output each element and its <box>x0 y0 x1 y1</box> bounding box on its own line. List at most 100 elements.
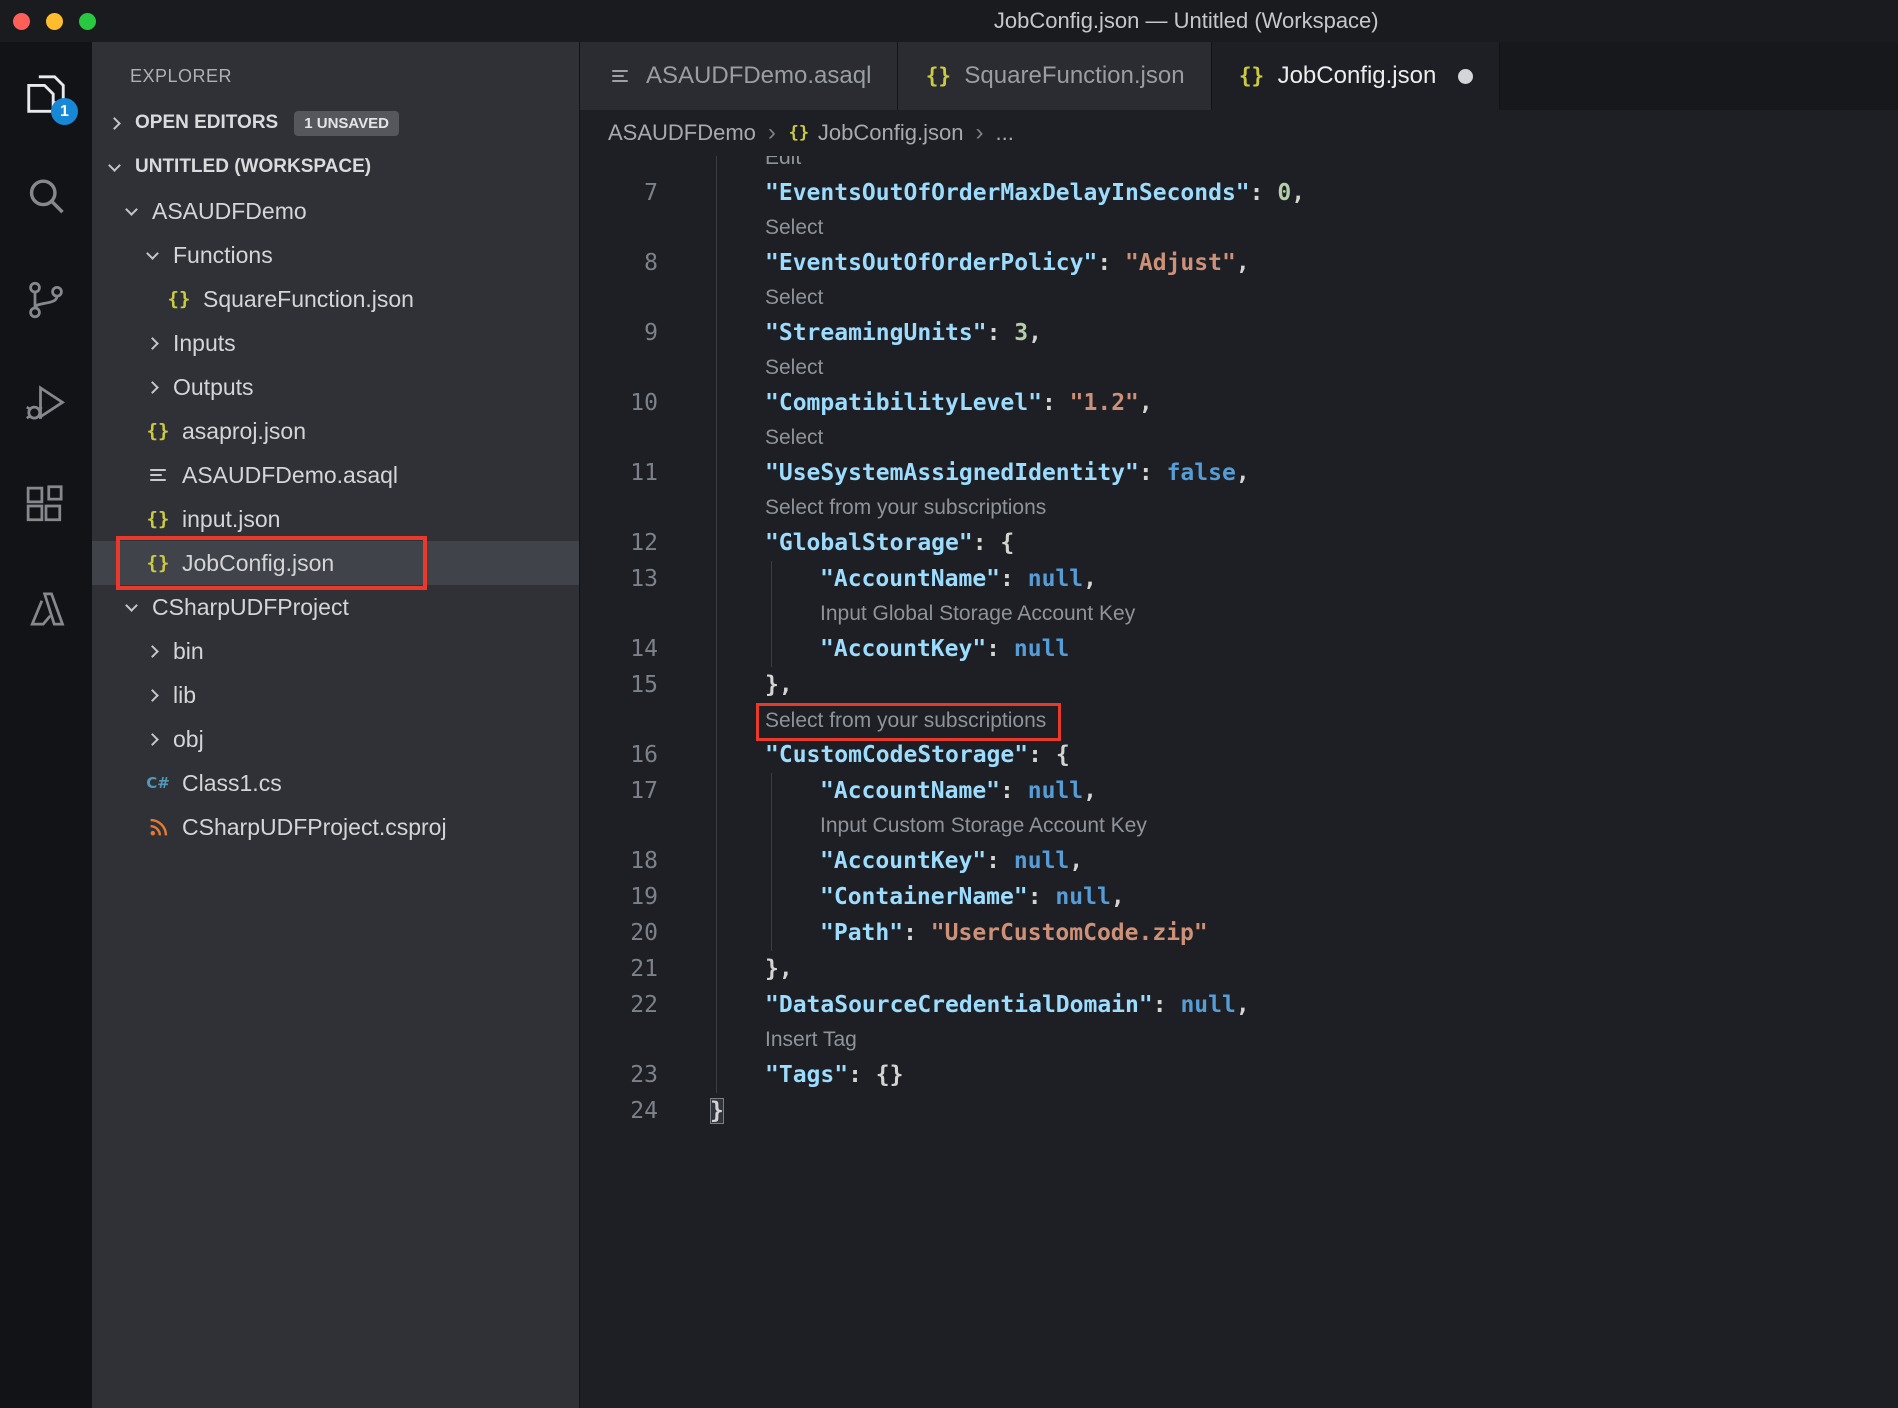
breadcrumb-item-jobconfig-json[interactable]: {} JobConfig.json <box>788 120 964 146</box>
code-line-13[interactable]: 13 "AccountName": null, <box>580 561 1898 597</box>
code-line-14[interactable]: 14 "AccountKey": null <box>580 631 1898 667</box>
tab-asaudfdemo-asaql[interactable]: ASAUDFDemo.asaql <box>580 42 899 110</box>
line-number: 13 <box>630 566 658 592</box>
tree-item-asaudfdemo[interactable]: ASAUDFDemo <box>92 189 579 233</box>
code-token: : <box>1138 460 1167 486</box>
codelens-select[interactable]: Select <box>580 351 1898 385</box>
codelens-select-from-your-subscriptions[interactable]: Select from your subscriptions <box>580 491 1898 525</box>
workspace-header[interactable]: UNTITLED (WORKSPACE) <box>92 145 579 189</box>
tree-item-inputs[interactable]: Inputs <box>92 321 579 365</box>
tree-item-csharpudfproject-csproj[interactable]: CSharpUDFProject.csproj <box>92 805 579 849</box>
close-window-button[interactable] <box>13 12 30 30</box>
code-line-10[interactable]: 10 "CompatibilityLevel": "1.2", <box>580 385 1898 421</box>
activity-bar-item-source-control[interactable] <box>0 248 92 351</box>
code-line-20[interactable]: 20 "Path": "UserCustomCode.zip" <box>580 915 1898 951</box>
indent-guide <box>716 1023 717 1057</box>
codelens-edit[interactable]: Edit <box>580 156 1898 175</box>
codelens-link[interactable]: Edit <box>765 156 801 169</box>
breadcrumb-label: ... <box>995 120 1014 145</box>
code-line-17[interactable]: 17 "AccountName": null, <box>580 773 1898 809</box>
code-token: "CompatibilityLevel" <box>765 390 1042 416</box>
indent-guide <box>716 631 717 667</box>
tree-item-outputs[interactable]: Outputs <box>92 365 579 409</box>
tree-item-csharpudfproject[interactable]: CSharpUDFProject <box>92 585 579 629</box>
tab-squarefunction-json[interactable]: {} SquareFunction.json <box>898 42 1212 110</box>
codelens-link[interactable]: Select <box>765 286 823 309</box>
tree-item-bin[interactable]: bin <box>92 629 579 673</box>
tree-item-class1-cs[interactable]: C# Class1.cs <box>92 761 579 805</box>
code-line-24[interactable]: 24} <box>580 1093 1898 1129</box>
tree-item-asaudfdemo-asaql[interactable]: ASAUDFDemo.asaql <box>92 453 579 497</box>
breadcrumb-item-item[interactable]: ... <box>995 120 1013 146</box>
code-line-22[interactable]: 22 "DataSourceCredentialDomain": null, <box>580 987 1898 1023</box>
codelens-select[interactable]: Select <box>580 281 1898 315</box>
code-line-15[interactable]: 15}, <box>580 667 1898 703</box>
code-line-16[interactable]: 16 "CustomCodeStorage": { <box>580 737 1898 773</box>
code-line-19[interactable]: 19 "ContainerName": null, <box>580 879 1898 915</box>
code-line-23[interactable]: 23 "Tags": {} <box>580 1057 1898 1093</box>
tree-item-label: asaproj.json <box>182 417 307 444</box>
activity-bar-item-run-debug[interactable] <box>0 351 92 454</box>
line-number: 8 <box>644 250 658 276</box>
code-line-9[interactable]: 9 "StreamingUnits": 3, <box>580 315 1898 351</box>
indent-guide <box>771 809 772 843</box>
explorer-badge: 1 <box>51 98 78 125</box>
minimize-window-button[interactable] <box>46 12 63 30</box>
indent-guide <box>716 843 717 879</box>
open-editors-header[interactable]: OPEN EDITORS 1 UNSAVED <box>92 101 579 145</box>
line-number: 9 <box>644 320 658 346</box>
activity-bar-item-explorer[interactable]: 1 <box>0 42 92 145</box>
activity-bar-item-extensions[interactable] <box>0 454 92 557</box>
codelens-text-wrap: Select <box>710 211 1898 245</box>
codelens-select[interactable]: Select <box>580 421 1898 455</box>
code-token: "ContainerName" <box>820 884 1028 910</box>
code-editor[interactable]: Edit 7 "EventsOutOfOrderMaxDelayInSeconds"… <box>580 156 1898 1408</box>
codelens-link[interactable]: Select <box>765 426 823 449</box>
tree-item-obj[interactable]: obj <box>92 717 579 761</box>
tree-item-lib[interactable]: lib <box>92 673 579 717</box>
codelens-input-custom-storage-account-key[interactable]: Input Custom Storage Account Key <box>580 809 1898 843</box>
codelens-link[interactable]: Select <box>765 216 823 239</box>
codelens-link[interactable]: Select from your subscriptions <box>765 496 1046 519</box>
tree-item-asaproj-json[interactable]: {} asaproj.json <box>92 409 579 453</box>
codelens-input-global-storage-account-key[interactable]: Input Global Storage Account Key <box>580 597 1898 631</box>
tree-item-functions[interactable]: Functions <box>92 233 579 277</box>
code-line-11[interactable]: 11 "UseSystemAssignedIdentity": false, <box>580 455 1898 491</box>
code-line-18[interactable]: 18 "AccountKey": null, <box>580 843 1898 879</box>
codelens-text-wrap: Select <box>710 351 1898 385</box>
codelens-link[interactable]: Insert Tag <box>765 1028 857 1051</box>
tree-item-label: CSharpUDFProject.csproj <box>182 813 447 840</box>
tab-jobconfig-json[interactable]: {} JobConfig.json <box>1211 42 1501 110</box>
codelens-insert-tag[interactable]: Insert Tag <box>580 1023 1898 1057</box>
breadcrumb-separator-icon: › <box>975 119 984 146</box>
code-token: { <box>1055 742 1070 768</box>
code-line-8[interactable]: 8 "EventsOutOfOrderPolicy": "Adjust", <box>580 245 1898 281</box>
codelens-link[interactable]: Select from your subscriptions <box>756 703 1062 741</box>
breadcrumb-item-asaudfdemo[interactable]: ASAUDFDemo <box>608 120 756 146</box>
tree-item-jobconfig-json[interactable]: {} JobConfig.json <box>92 536 579 590</box>
code-text: "AccountName": null, <box>710 561 1898 597</box>
code-line-7[interactable]: 7 "EventsOutOfOrderMaxDelayInSeconds": 0, <box>580 175 1898 211</box>
activity-bar-item-search[interactable] <box>0 145 92 248</box>
activity-bar-item-azure[interactable] <box>0 557 92 660</box>
codelens-select[interactable]: Select <box>580 211 1898 245</box>
unsaved-dot-icon[interactable] <box>1458 68 1474 84</box>
codelens-select-from-your-subscriptions[interactable]: Select from your subscriptions <box>580 703 1898 741</box>
line-number <box>580 1023 658 1057</box>
code-line-21[interactable]: 21}, <box>580 951 1898 987</box>
zoom-window-button[interactable] <box>79 12 96 30</box>
asaql-file-icon <box>144 465 172 485</box>
code-text: "AccountName": null, <box>710 773 1898 809</box>
code-token: : <box>986 848 1014 874</box>
indent-guide <box>716 667 717 703</box>
code-line-12[interactable]: 12 "GlobalStorage": { <box>580 525 1898 561</box>
codelens-text-wrap: Select <box>710 281 1898 315</box>
tree-item-label: lib <box>173 681 197 708</box>
tree-item-squarefunction-json[interactable]: {} SquareFunction.json <box>92 277 579 321</box>
code-token: "AccountName" <box>820 778 1001 804</box>
codelens-link[interactable]: Input Custom Storage Account Key <box>820 814 1147 837</box>
search-icon <box>24 175 68 219</box>
codelens-link[interactable]: Select <box>765 356 823 379</box>
tree-item-input-json[interactable]: {} input.json <box>92 497 579 541</box>
codelens-link[interactable]: Input Global Storage Account Key <box>820 602 1135 625</box>
